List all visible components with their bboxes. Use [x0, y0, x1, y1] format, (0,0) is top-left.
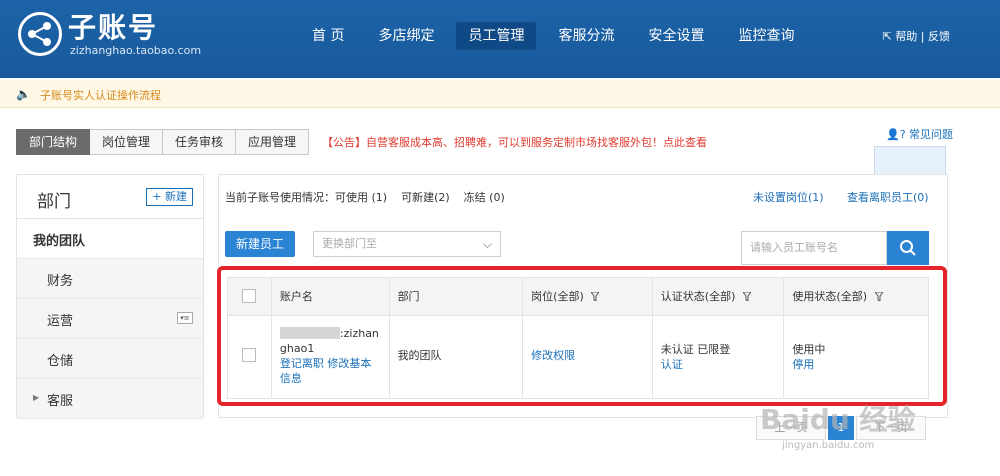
- nav-security-settings[interactable]: 安全设置: [636, 22, 716, 50]
- nav-home[interactable]: 首 页: [300, 22, 356, 50]
- help-feedback-link[interactable]: ⇱ 帮助 | 反馈: [883, 28, 950, 44]
- dept-label: 客服: [47, 394, 74, 409]
- notice-bar: 🔈 子账号实人认证操作流程: [0, 80, 1000, 108]
- red-highlight-annotation: [217, 266, 947, 406]
- nav-customer-service-routing[interactable]: 客服分流: [546, 22, 626, 50]
- nav-employee-management[interactable]: 员工管理: [456, 22, 537, 50]
- external-link-icon: ⇱: [882, 30, 896, 43]
- usage-prefix: 当前子账号使用情况：: [225, 191, 335, 204]
- department-panel: 部门 + 新建 我的团队 财务 运营 ▾≡ 仓储 ▶ 客服: [16, 174, 204, 419]
- dept-menu-icon[interactable]: ▾≡: [177, 312, 193, 324]
- department-title: 部门: [37, 192, 71, 212]
- dept-label: 财务: [47, 274, 74, 289]
- dept-item-customer-service[interactable]: ▶ 客服: [17, 379, 203, 419]
- view-resigned-link[interactable]: 查看离职员工(0): [847, 189, 929, 205]
- share-logo-icon: [18, 12, 62, 56]
- usage-available: 可使用 (1): [335, 191, 388, 204]
- unset-post-link[interactable]: 未设置岗位(1): [753, 189, 824, 205]
- tab-post-management[interactable]: 岗位管理: [90, 129, 164, 155]
- dept-label: 仓储: [47, 354, 74, 369]
- nav-monitor-query[interactable]: 监控查询: [726, 22, 806, 50]
- faq-link[interactable]: 👤? 常见问题: [886, 126, 953, 142]
- help-label: 帮助 | 反馈: [895, 30, 950, 43]
- new-employee-button[interactable]: 新建员工: [225, 231, 295, 257]
- notice-link[interactable]: 子账号实人认证操作流程: [40, 87, 161, 103]
- logo-title: 子账号: [68, 11, 159, 44]
- top-header: 子账号 zizhanghao.taobao.com 首 页 多店绑定 员工管理 …: [0, 0, 1000, 78]
- dept-item-finance[interactable]: 财务: [17, 259, 203, 299]
- tab-task-review[interactable]: 任务审核: [163, 129, 237, 155]
- change-department-select[interactable]: 更换部门至 ⌵: [313, 231, 501, 257]
- watermark: Baidu 经验: [760, 403, 916, 436]
- tab-department-structure[interactable]: 部门结构: [16, 129, 91, 155]
- search-icon: [900, 240, 916, 256]
- watermark-url: jingyan.baidu.com: [782, 440, 875, 451]
- dept-label: 运营: [47, 314, 74, 329]
- select-placeholder: 更换部门至: [322, 237, 377, 250]
- employee-search-input[interactable]: 请输入员工账号名: [741, 231, 887, 265]
- announcement-link[interactable]: 【公告】自营客服成本高、招聘难，可以到服务定制市场找客服外包！点此查看: [322, 134, 707, 150]
- usage-creatable: 可新建(2): [401, 191, 450, 204]
- search-button[interactable]: [887, 231, 929, 265]
- sub-tabs: 部门结构 岗位管理 任务审核 应用管理: [16, 129, 310, 155]
- department-panel-header: 部门 + 新建: [17, 175, 203, 219]
- logo-subtitle: zizhanghao.taobao.com: [70, 44, 202, 57]
- expand-arrow-icon[interactable]: ▶: [33, 393, 39, 402]
- chevron-down-icon: ⌵: [482, 237, 492, 251]
- dept-label: 我的团队: [33, 234, 86, 249]
- faq-label: 常见问题: [909, 128, 954, 141]
- speaker-icon: 🔈: [16, 87, 31, 101]
- dept-item-my-team[interactable]: 我的团队: [17, 219, 203, 259]
- new-department-button[interactable]: + 新建: [146, 188, 193, 206]
- usage-summary: 当前子账号使用情况：可使用 (1) 可新建(2) 冻结 (0): [225, 189, 519, 205]
- nav-multi-store[interactable]: 多店绑定: [366, 22, 446, 50]
- main-nav: 首 页 多店绑定 员工管理 客服分流 安全设置 监控查询: [300, 22, 816, 50]
- user-question-icon: 👤?: [886, 128, 906, 141]
- dept-item-warehouse[interactable]: 仓储: [17, 339, 203, 379]
- usage-frozen: 冻结 (0): [463, 191, 505, 204]
- tab-app-management[interactable]: 应用管理: [236, 129, 310, 155]
- dept-item-operations[interactable]: 运营 ▾≡: [17, 299, 203, 339]
